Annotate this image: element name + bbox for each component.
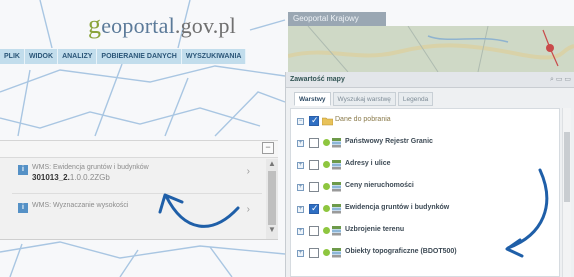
menu-widok[interactable]: WIDOK — [24, 49, 59, 64]
geoportal-logo[interactable]: geoportal.gov.pl — [88, 10, 236, 40]
menu-analizy[interactable]: ANALIZY — [58, 49, 98, 64]
expand-icon[interactable]: − — [297, 118, 304, 125]
layer-row[interactable]: + Ceny nieruchomości — [297, 179, 561, 197]
status-dot-icon — [323, 249, 330, 256]
menu-plik[interactable]: PLIK — [0, 49, 25, 64]
map-contents-header: Zawartość mapy ⌕ ▭ ▭ — [286, 72, 574, 88]
layer-label: Ceny nieruchomości — [345, 182, 414, 189]
menu-wyszukiwania[interactable]: WYSZUKIWANIA — [181, 49, 247, 64]
layer-tree-scrollbar[interactable] — [562, 108, 571, 277]
main-menu: PLIK WIDOK ANALIZY POBIERANIE DANYCH WYS… — [0, 49, 247, 64]
result-item-egib[interactable]: i WMS: Ewidencja gruntów i budynków 3010… — [18, 163, 258, 189]
status-dot-icon — [323, 227, 330, 234]
wms-layer-icon — [332, 182, 341, 192]
wms-layer-icon — [332, 160, 341, 170]
layer-checkbox[interactable] — [309, 182, 319, 192]
logo-word: eoportal — [101, 13, 175, 38]
chevron-right-icon: › — [246, 166, 250, 177]
layer-checkbox[interactable] — [309, 226, 319, 236]
expand-icon[interactable]: + — [297, 140, 304, 147]
scroll-down-icon[interactable]: ▼ — [268, 225, 276, 234]
status-dot-icon — [323, 183, 330, 190]
wms-layer-icon — [332, 248, 341, 258]
layer-checkbox[interactable] — [309, 138, 319, 148]
menu-pobieranie-danych[interactable]: POBIERANIE DANYCH — [97, 49, 182, 64]
scroll-thumb[interactable] — [564, 132, 570, 202]
site-header: geoportal.gov.pl Geoportal Krajowy — [0, 0, 574, 72]
layer-row[interactable]: − Dane do pobrania — [297, 113, 561, 131]
layer-checkbox[interactable] — [309, 203, 319, 214]
basemap-thumbnail[interactable] — [288, 26, 574, 72]
layer-checkbox[interactable] — [309, 115, 319, 126]
scroll-thumb[interactable] — [268, 171, 276, 225]
results-scrollbar[interactable]: ▲ ▼ — [266, 159, 278, 239]
status-dot-icon — [323, 161, 330, 168]
wms-layer-icon — [332, 138, 341, 148]
layer-tree: − Dane do pobrania + Państwowy Rejestr G… — [290, 108, 560, 277]
results-toolbar: − — [0, 141, 278, 158]
divider — [12, 193, 262, 194]
basemap-label[interactable]: Geoportal Krajowy — [288, 12, 386, 26]
expand-icon[interactable]: + — [297, 228, 304, 235]
map-contents-tabs: Warstwy Wyszukaj warstwę Legenda — [294, 92, 435, 106]
info-icon: i — [18, 203, 28, 213]
layer-label: Adresy i ulice — [345, 160, 391, 167]
status-dot-icon — [323, 205, 330, 212]
tab-warstwy[interactable]: Warstwy — [294, 92, 331, 106]
overview-map-icon — [288, 26, 574, 72]
result-item-wysokosci[interactable]: i WMS: Wyznaczanie wysokości › — [18, 201, 258, 227]
tab-wyszukaj-warstwe[interactable]: Wyszukaj warstwę — [332, 92, 396, 106]
expand-icon[interactable]: + — [297, 184, 304, 191]
layer-row[interactable]: + Ewidencja gruntów i budynków — [297, 201, 561, 219]
layer-checkbox[interactable] — [309, 160, 319, 170]
panel-tools-icon[interactable]: ⌕ ▭ ▭ — [550, 72, 571, 88]
scroll-up-icon[interactable]: ▲ — [268, 159, 276, 168]
result-title: WMS: Ewidencja gruntów i budynków — [32, 164, 149, 171]
wms-layer-icon — [332, 204, 341, 214]
result-value-soft: 1.0.0.2ZGb — [69, 173, 110, 182]
expand-icon[interactable]: + — [297, 250, 304, 257]
result-title: WMS: Wyznaczanie wysokości — [32, 202, 129, 209]
tab-legenda[interactable]: Legenda — [397, 92, 434, 106]
status-dot-icon — [323, 139, 330, 146]
layer-row[interactable]: + Adresy i ulice — [297, 157, 561, 175]
logo-domain: .gov.pl — [174, 13, 236, 38]
layer-row[interactable]: + Państwowy Rejestr Granic — [297, 135, 561, 153]
identify-results-panel: − i WMS: Ewidencja gruntów i budynków 30… — [0, 140, 278, 240]
expand-icon[interactable]: + — [297, 206, 304, 213]
chevron-right-icon: › — [246, 204, 250, 215]
layer-checkbox[interactable] — [309, 248, 319, 258]
panel-title: Zawartość mapy — [290, 76, 345, 83]
layer-row[interactable]: + Obiekty topograficzne (BDOT500) — [297, 245, 561, 263]
wms-layer-icon — [332, 226, 341, 236]
expand-icon[interactable]: + — [297, 162, 304, 169]
info-icon: i — [18, 165, 28, 175]
layer-row[interactable]: + Uzbrojenie terenu — [297, 223, 561, 241]
layer-label: Uzbrojenie terenu — [345, 226, 405, 233]
folder-icon — [322, 117, 333, 126]
layer-label: Dane do pobrania — [335, 116, 391, 123]
layer-label: Ewidencja gruntów i budynków — [345, 204, 450, 211]
map-contents-panel: Zawartość mapy ⌕ ▭ ▭ Warstwy Wyszukaj wa… — [285, 72, 574, 277]
logo-initial: g — [88, 10, 102, 39]
result-value: 301013_2.1.0.0.2ZGb — [32, 173, 110, 182]
result-value-main: 301013_2. — [32, 173, 70, 182]
layer-label: Obiekty topograficzne (BDOT500) — [345, 248, 457, 255]
layer-label: Państwowy Rejestr Granic — [345, 138, 433, 145]
collapse-button[interactable]: − — [262, 142, 274, 154]
